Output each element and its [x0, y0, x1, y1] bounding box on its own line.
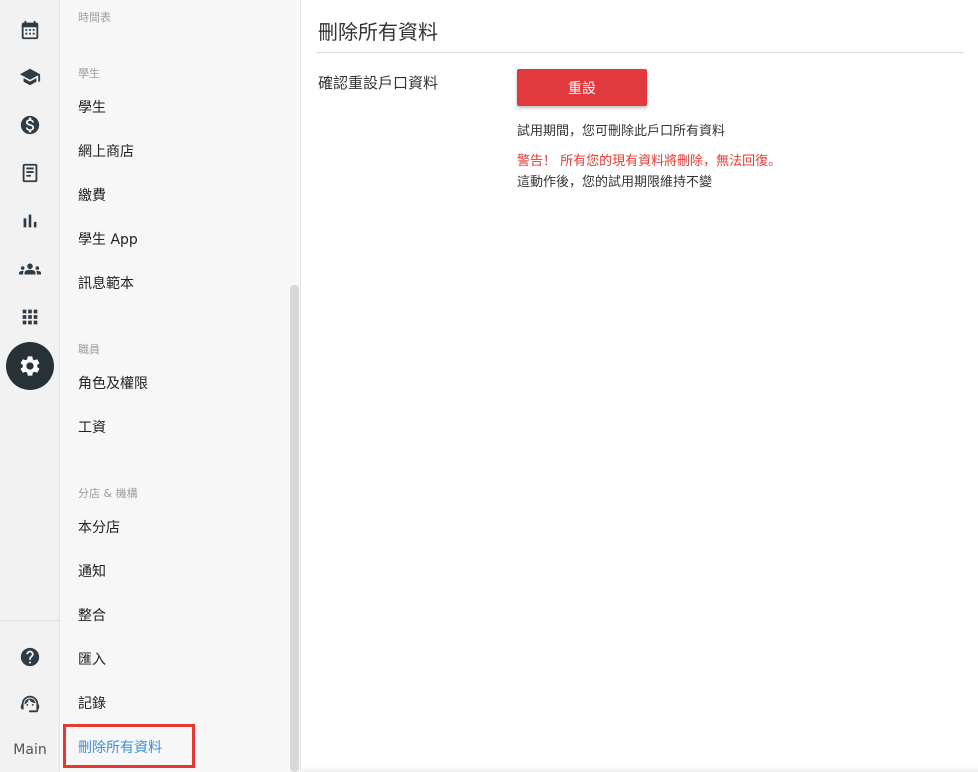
trial-period-note: 這動作後，您的試用期限維持不變 — [517, 175, 713, 190]
apps-grid-icon[interactable] — [0, 295, 60, 339]
menu-item-integrations[interactable]: 整合 — [78, 605, 106, 625]
menu-item-students[interactable]: 學生 — [78, 97, 106, 117]
bar-chart-icon[interactable] — [0, 199, 60, 243]
reset-button[interactable]: 重設 — [517, 69, 647, 106]
menu-item-payroll[interactable]: 工資 — [78, 417, 106, 437]
menu-item-notifications[interactable]: 通知 — [78, 561, 106, 581]
page-title: 刪除所有資料 — [318, 20, 438, 44]
dollar-icon[interactable] — [0, 103, 60, 147]
menu-section-branch: 分店 & 機構 — [78, 487, 138, 500]
menu-section-staff: 職員 — [78, 343, 100, 356]
receipt-icon[interactable] — [0, 151, 60, 195]
graduation-cap-icon[interactable] — [0, 55, 60, 99]
trial-info-text: 試用期間，您可刪除此戶口所有資料 — [517, 124, 726, 139]
main-content: 刪除所有資料 確認重設戶口資料 重設 試用期間，您可刪除此戶口所有資料 警告！ … — [302, 0, 978, 772]
menu-section-students: 學生 — [78, 67, 100, 80]
menu-scrollbar[interactable] — [290, 285, 299, 772]
icon-rail: Main — [0, 0, 60, 772]
menu-item-student-app[interactable]: 學生 App — [78, 229, 138, 249]
main-branch-label[interactable]: Main — [0, 742, 60, 758]
help-icon[interactable] — [0, 635, 60, 679]
settings-menu: 時間表 學生 學生 網上商店 繳費 學生 App 訊息範本 職員 角色及權限 工… — [61, 0, 301, 772]
menu-item-payment[interactable]: 繳費 — [78, 185, 106, 205]
menu-item-message-templates[interactable]: 訊息範本 — [78, 273, 134, 293]
menu-item-roles-permissions[interactable]: 角色及權限 — [78, 373, 148, 393]
rail-divider — [0, 620, 60, 621]
gear-icon[interactable] — [6, 342, 54, 390]
annotation-highlight-box — [63, 724, 195, 768]
reset-confirm-label: 確認重設戶口資料 — [318, 74, 439, 92]
menu-section-timetable: 時間表 — [78, 11, 111, 24]
bottom-shade — [302, 766, 978, 772]
calendar-icon[interactable] — [0, 8, 60, 52]
people-icon[interactable] — [0, 247, 60, 291]
warning-text: 警告！ 所有您的現有資料將刪除，無法回復。 — [517, 154, 782, 169]
support-agent-icon[interactable] — [0, 682, 60, 726]
menu-item-import[interactable]: 匯入 — [78, 649, 106, 669]
title-divider — [316, 52, 964, 53]
menu-item-this-branch[interactable]: 本分店 — [78, 517, 120, 537]
menu-item-logs[interactable]: 記錄 — [78, 693, 106, 713]
menu-item-online-store[interactable]: 網上商店 — [78, 141, 134, 161]
